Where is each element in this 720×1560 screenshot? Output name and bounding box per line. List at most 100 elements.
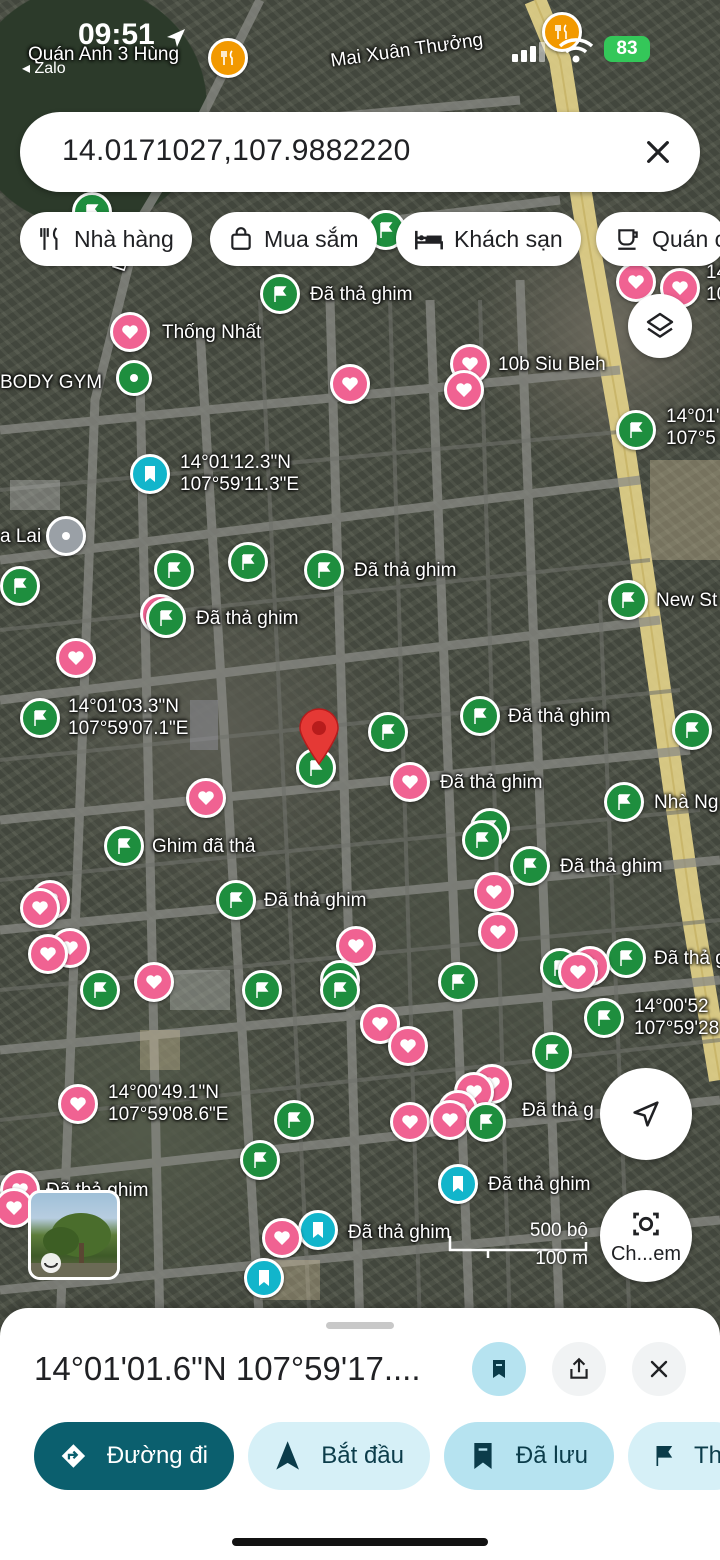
shopping-bag-icon	[231, 227, 251, 250]
heart-pin-icon[interactable]	[56, 638, 96, 678]
flag-pin-icon[interactable]	[0, 566, 40, 606]
coord-label: 14°01'03.3"N 107°59'07.1"E	[68, 696, 189, 739]
flag-pin-icon[interactable]	[616, 410, 656, 450]
heart-pin-icon[interactable]	[444, 370, 484, 410]
heart-pin-icon[interactable]	[186, 778, 226, 818]
search-bar[interactable]: 14.0171027,107.9882220	[20, 112, 700, 192]
place-label-nha-ng: Nhà Ng	[654, 792, 719, 813]
pin-label: Đã thả ghim	[310, 284, 413, 305]
flag-pin-icon[interactable]	[462, 820, 502, 860]
heart-pin-icon[interactable]	[390, 762, 430, 802]
pin-label: Đã thả ghim	[354, 560, 457, 581]
street-view-thumbnail[interactable]	[28, 1190, 120, 1280]
flag-pin-icon[interactable]	[80, 970, 120, 1010]
heart-pin-icon[interactable]	[134, 962, 174, 1002]
chip-label: Mua sắm	[264, 225, 359, 252]
battery-indicator: 83	[604, 36, 650, 62]
coord-label: 14°01'12.3"N 107°59'11.3"E	[180, 452, 300, 495]
heart-pin-icon[interactable]	[330, 364, 370, 404]
add-label-button[interactable]: Th	[628, 1422, 720, 1490]
flag-pin-icon[interactable]	[104, 826, 144, 866]
place-bottom-sheet[interactable]: 14°01'01.6"N 107°59'17.... Đường đi Bắt …	[0, 1308, 720, 1560]
bookmark-icon	[474, 1443, 492, 1469]
place-label-siu-bleh: 10b Siu Bleh	[498, 354, 606, 375]
saved-label: Đã lưu	[515, 1442, 588, 1469]
flag-pin-icon[interactable]	[216, 880, 256, 920]
flag-pin-icon[interactable]	[274, 1100, 314, 1140]
selected-location-pin-icon[interactable]	[298, 708, 340, 766]
chip-cafes[interactable]: Quán c	[596, 212, 720, 266]
close-icon[interactable]	[642, 136, 674, 168]
flag-pin-icon[interactable]	[672, 710, 712, 750]
heart-pin-icon[interactable]	[110, 312, 150, 352]
heart-pin-icon[interactable]	[28, 934, 68, 974]
location-pin-icon[interactable]	[46, 516, 86, 556]
flag-pin-icon[interactable]	[260, 274, 300, 314]
chip-shopping[interactable]: Mua sắm	[210, 212, 377, 266]
flag-pin-icon[interactable]	[608, 580, 648, 620]
saved-bookmark-button[interactable]	[472, 1342, 526, 1396]
bookmark-pin-icon[interactable]	[244, 1258, 284, 1298]
tree-image	[31, 1213, 117, 1277]
place-label-new-st: New St	[656, 590, 718, 611]
layers-icon	[646, 312, 674, 338]
my-location-button[interactable]	[600, 1068, 692, 1160]
flag-pin-icon[interactable]	[604, 782, 644, 822]
gym-place-icon[interactable]	[116, 360, 152, 396]
coord-label: 14 10	[706, 262, 720, 305]
search-input[interactable]: 14.0171027,107.9882220	[62, 134, 411, 168]
heart-pin-icon[interactable]	[20, 888, 60, 928]
directions-button[interactable]: Đường đi	[34, 1422, 234, 1490]
bookmark-pin-icon[interactable]	[438, 1164, 478, 1204]
flag-pin-icon[interactable]	[368, 712, 408, 752]
lens-camera-icon	[633, 1212, 659, 1235]
start-button[interactable]: Bắt đầu	[248, 1422, 430, 1490]
flag-pin-icon[interactable]	[532, 1032, 572, 1072]
share-button[interactable]	[552, 1342, 606, 1396]
heart-pin-icon[interactable]	[58, 1084, 98, 1124]
pin-label: Ghim đã thả	[152, 836, 256, 857]
chip-label: Nhà hàng	[74, 225, 174, 252]
pin-label: Đã thả ghim	[654, 948, 720, 969]
chip-restaurants[interactable]: Nhà hàng	[20, 212, 192, 266]
heart-pin-icon[interactable]	[558, 952, 598, 992]
close-sheet-button[interactable]	[632, 1342, 686, 1396]
heart-pin-icon[interactable]	[262, 1218, 302, 1258]
pin-label: Đã thả ghim	[264, 890, 367, 911]
flag-pin-icon[interactable]	[510, 846, 550, 886]
navigation-arrow-icon	[276, 1441, 299, 1470]
flag-pin-icon[interactable]	[304, 550, 344, 590]
flag-pin-icon[interactable]	[20, 698, 60, 738]
saved-button[interactable]: Đã lưu	[444, 1422, 614, 1490]
flag-pin-icon[interactable]	[154, 550, 194, 590]
flag-pin-icon[interactable]	[240, 1140, 280, 1180]
flag-pin-icon[interactable]	[606, 938, 646, 978]
back-to-app-link[interactable]: ◂ Zalo	[22, 58, 66, 78]
bookmark-pin-icon[interactable]	[298, 1210, 338, 1250]
chip-hotels[interactable]: Khách sạn	[396, 212, 581, 266]
flag-pin-icon[interactable]	[146, 598, 186, 638]
heart-pin-icon[interactable]	[430, 1100, 470, 1140]
satellite-map[interactable]: Mai Xuân Thưởng Lê Quán Anh 3 Hùng Đã th…	[0, 0, 720, 1330]
flag-pin-icon[interactable]	[242, 970, 282, 1010]
flag-pin-icon[interactable]	[460, 696, 500, 736]
coord-label: 14°00'49.1"N 107°59'08.6"E	[108, 1082, 229, 1125]
flag-pin-icon[interactable]	[466, 1102, 506, 1142]
flag-pin-icon[interactable]	[584, 998, 624, 1038]
flag-icon	[656, 1446, 673, 1466]
heart-pin-icon[interactable]	[388, 1026, 428, 1066]
sheet-drag-handle[interactable]	[326, 1322, 394, 1329]
home-indicator[interactable]	[232, 1538, 488, 1546]
heart-pin-icon[interactable]	[390, 1102, 430, 1142]
flag-pin-icon[interactable]	[320, 970, 360, 1010]
camera-search-button[interactable]: Ch...em	[600, 1190, 692, 1282]
heart-pin-icon[interactable]	[474, 872, 514, 912]
heart-pin-icon[interactable]	[478, 912, 518, 952]
bookmark-pin-icon[interactable]	[130, 454, 170, 494]
place-label-a-lai: a Lai	[0, 526, 42, 547]
flag-pin-icon[interactable]	[228, 542, 268, 582]
bed-icon	[415, 230, 443, 250]
flag-pin-icon[interactable]	[438, 962, 478, 1002]
chip-label: Quán c	[652, 225, 720, 252]
layers-button[interactable]	[628, 294, 692, 358]
